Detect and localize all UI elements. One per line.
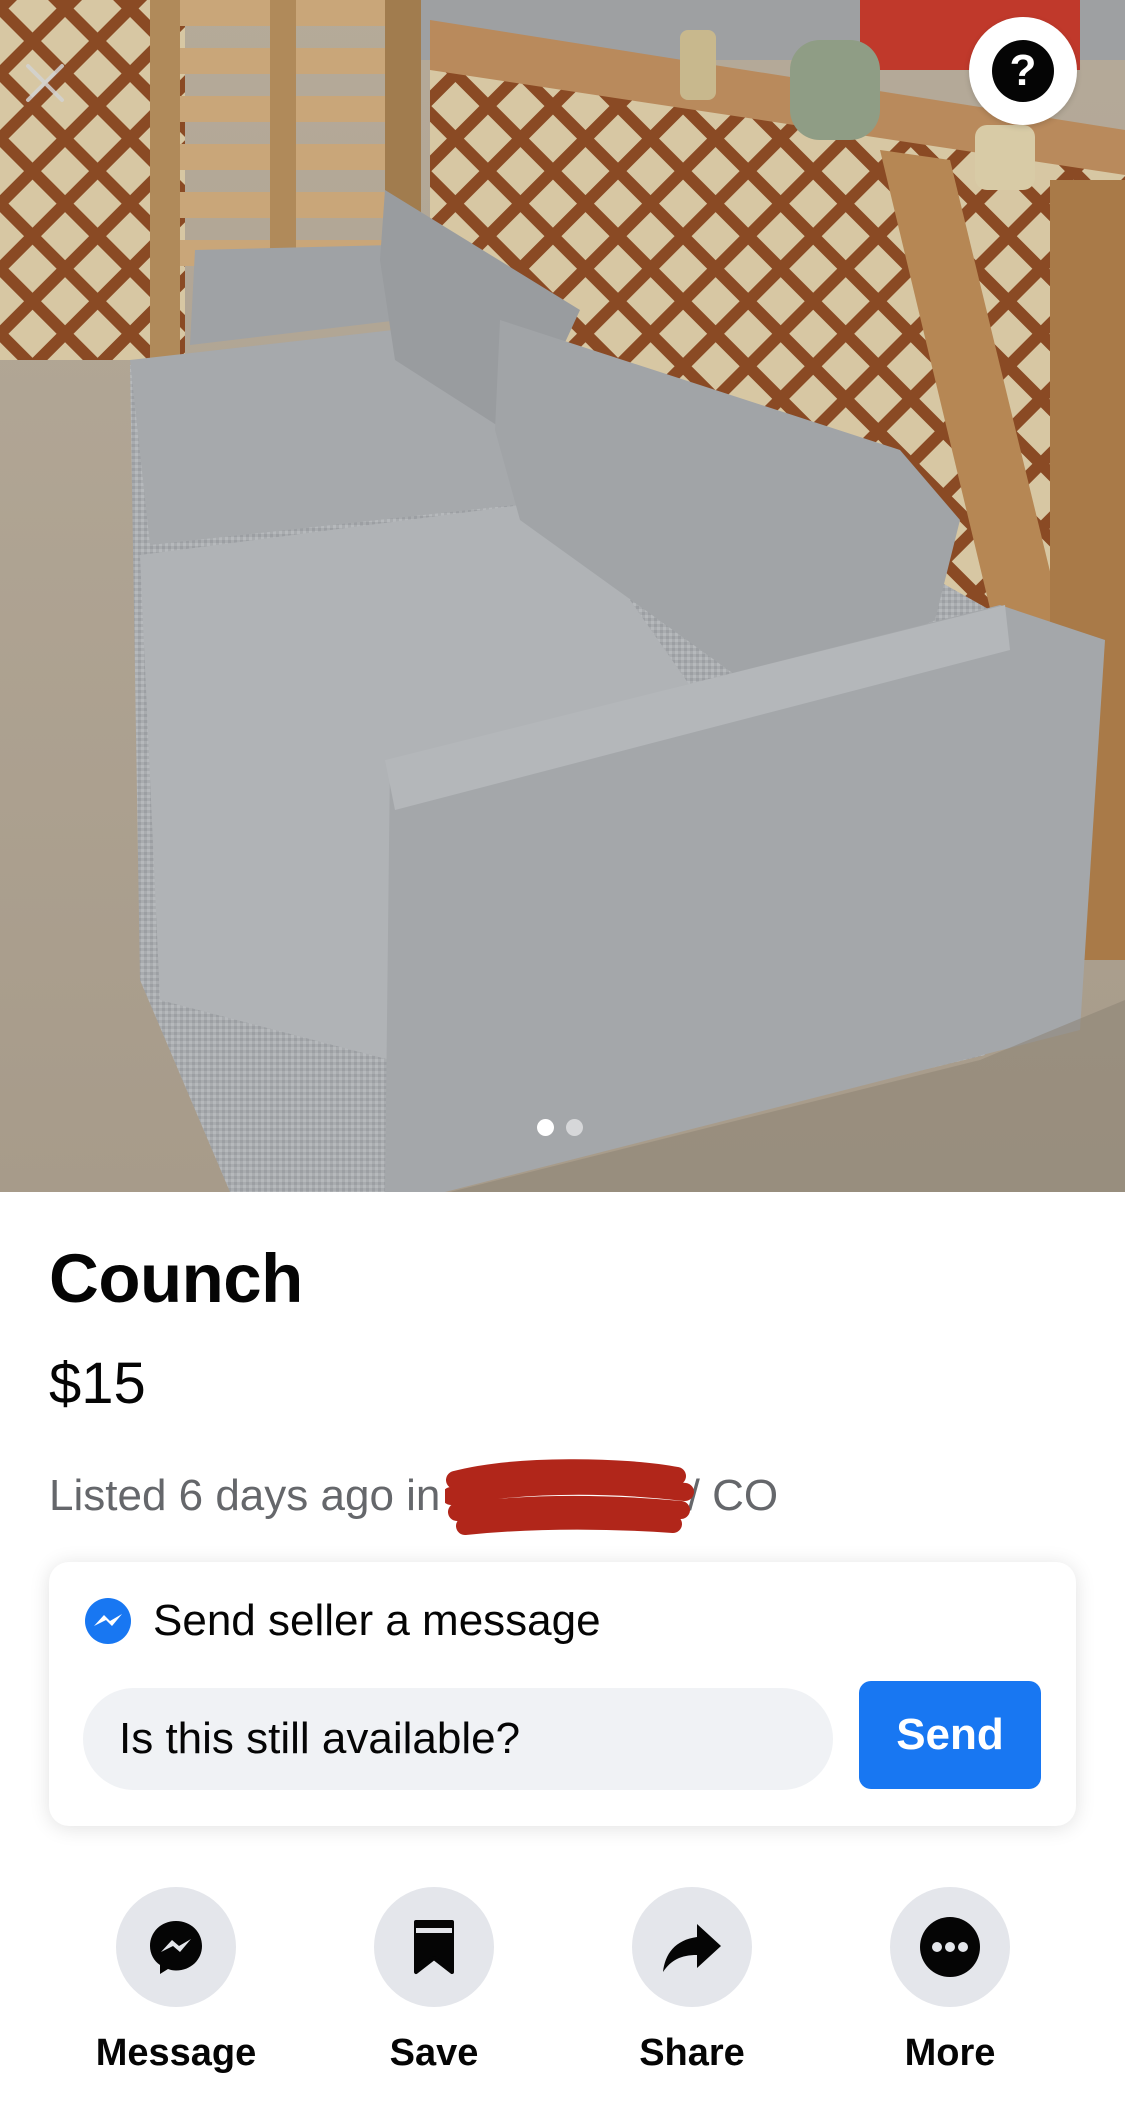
more-action-button[interactable]: More xyxy=(850,1887,1050,2075)
help-button[interactable]: ? xyxy=(969,17,1077,125)
close-icon xyxy=(26,64,64,102)
carousel-dot[interactable] xyxy=(566,1119,583,1136)
message-card-header: Send seller a message xyxy=(83,1594,601,1648)
message-card-title: Send seller a message xyxy=(153,1596,601,1645)
question-mark-icon: ? xyxy=(992,40,1054,102)
messenger-icon xyxy=(85,1598,131,1644)
listing-photo[interactable]: ? xyxy=(0,0,1125,1192)
listed-time-text: Listed 6 days ago in xyxy=(49,1471,441,1520)
message-action-label: Message xyxy=(95,2032,257,2074)
bookmark-icon xyxy=(414,1920,454,1974)
more-action-circle[interactable] xyxy=(890,1887,1010,2007)
send-button[interactable]: Send xyxy=(859,1681,1041,1789)
share-action-circle[interactable] xyxy=(632,1887,752,2007)
listing-meta: Listed 6 days ago in / CO xyxy=(49,1459,779,1535)
listing-title: Counch xyxy=(49,1240,303,1317)
share-action-button[interactable]: Share xyxy=(592,1887,792,2075)
send-message-card: Send seller a message Send xyxy=(49,1562,1076,1826)
more-action-label: More xyxy=(904,2032,996,2074)
carousel-indicator xyxy=(537,1119,583,1136)
location-suffix: / CO xyxy=(687,1471,779,1520)
message-action-circle[interactable] xyxy=(116,1887,236,2007)
carousel-dot-active[interactable] xyxy=(537,1119,554,1136)
redaction-scribble xyxy=(444,1459,694,1535)
listing-price: $15 xyxy=(49,1351,146,1416)
close-button[interactable] xyxy=(22,60,84,122)
couch-photo-illustration xyxy=(0,0,1125,1192)
messenger-icon xyxy=(150,1921,202,1974)
save-action-circle[interactable] xyxy=(374,1887,494,2007)
more-dots-icon xyxy=(920,1917,980,1977)
share-action-label: Share xyxy=(639,2032,745,2074)
save-action-label: Save xyxy=(389,2032,479,2074)
message-input[interactable] xyxy=(83,1688,833,1790)
share-arrow-icon xyxy=(663,1924,721,1972)
redacted-location xyxy=(444,1459,694,1535)
save-action-button[interactable]: Save xyxy=(334,1887,534,2075)
action-bar: Message Save Share More xyxy=(0,1887,1125,2074)
message-action-button[interactable]: Message xyxy=(76,1887,276,2075)
